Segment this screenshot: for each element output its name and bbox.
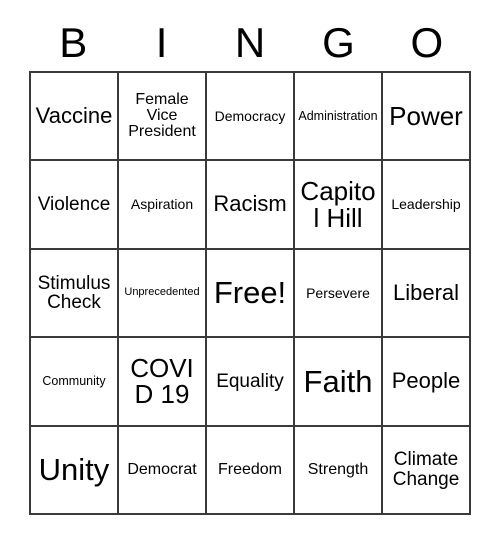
bingo-cell-label: Freedom (217, 460, 283, 478)
bingo-cell-label: Equality (216, 370, 284, 392)
bingo-cell-label: Unprecedented (124, 286, 200, 299)
bingo-cell[interactable]: Liberal (383, 249, 471, 339)
bingo-cell[interactable]: Democracy (207, 73, 295, 162)
bingo-cell[interactable]: Faith (295, 338, 383, 427)
bingo-cell-free-space[interactable]: Free! (207, 249, 295, 339)
bingo-cell[interactable]: Community (31, 338, 119, 427)
bingo-cell[interactable]: Power (383, 73, 471, 162)
bingo-cell-label: COVID 19 (130, 352, 194, 410)
bingo-header-row: B I N G O (29, 14, 471, 71)
bingo-cell-label: Aspiration (130, 196, 194, 213)
bingo-cell[interactable]: Democrat (119, 426, 207, 515)
bingo-grid: Vaccine Female Vice President Democracy Adm… (29, 71, 471, 515)
bingo-cell[interactable]: Racism (207, 161, 295, 250)
bingo-header-letter-o: O (410, 18, 444, 66)
bingo-cell[interactable]: Aspiration (119, 161, 207, 250)
bingo-cell[interactable]: Persevere (295, 249, 383, 339)
bingo-cell-label: People (391, 368, 461, 394)
bingo-cell[interactable]: Female Vice President (119, 73, 207, 162)
bingo-cell-label: Capitol Hill (300, 176, 376, 233)
bingo-cell[interactable]: Leadership (383, 161, 471, 250)
bingo-cell[interactable]: Administration (295, 73, 383, 162)
bingo-cell-label: Climate Change (392, 449, 460, 490)
bingo-cell-label: Stimulus Check (37, 272, 111, 313)
bingo-card: B I N G O Vaccine Female Vice President De… (0, 0, 500, 544)
bingo-cell[interactable]: Equality (207, 338, 295, 427)
bingo-cell[interactable]: Strength (295, 426, 383, 515)
bingo-cell-label: Liberal (392, 279, 460, 305)
bingo-cell-label: Community (42, 374, 106, 389)
bingo-cell[interactable]: COVID 19 (119, 338, 207, 427)
bingo-cell-label: Faith (303, 363, 373, 399)
bingo-cell[interactable]: Unprecedented (119, 249, 207, 339)
bingo-cell-label: Democrat (127, 460, 197, 478)
bingo-cell-label: Unity (38, 451, 110, 487)
bingo-cell[interactable]: Freedom (207, 426, 295, 515)
bingo-cell-label: Power (389, 100, 463, 131)
bingo-cell[interactable]: Capitol Hill (295, 161, 383, 250)
bingo-header-letter-g: G (322, 18, 355, 66)
bingo-cell[interactable]: Climate Change (383, 426, 471, 515)
bingo-cell[interactable]: People (383, 338, 471, 427)
bingo-cell-label: Free! (213, 275, 287, 311)
bingo-header-letter-i: I (155, 18, 168, 66)
bingo-cell[interactable]: Vaccine (31, 73, 119, 162)
bingo-header-letter-b: B (59, 18, 88, 66)
bingo-cell-label: Democracy (214, 108, 286, 125)
bingo-header-letter-n: N (234, 18, 266, 66)
bingo-cell-label: Violence (37, 193, 111, 215)
bingo-cell-label: Female Vice President (128, 90, 196, 141)
bingo-cell-label: Vaccine (35, 102, 113, 128)
bingo-cell[interactable]: Unity (31, 426, 119, 515)
bingo-cell[interactable]: Stimulus Check (31, 249, 119, 339)
bingo-cell-label: Leadership (391, 196, 461, 213)
bingo-cell-label: Strength (307, 460, 369, 478)
bingo-cell-label: Administration (298, 108, 378, 123)
bingo-cell-label: Persevere (306, 284, 370, 301)
bingo-cell-label: Racism (213, 191, 287, 217)
bingo-cell[interactable]: Violence (31, 161, 119, 250)
